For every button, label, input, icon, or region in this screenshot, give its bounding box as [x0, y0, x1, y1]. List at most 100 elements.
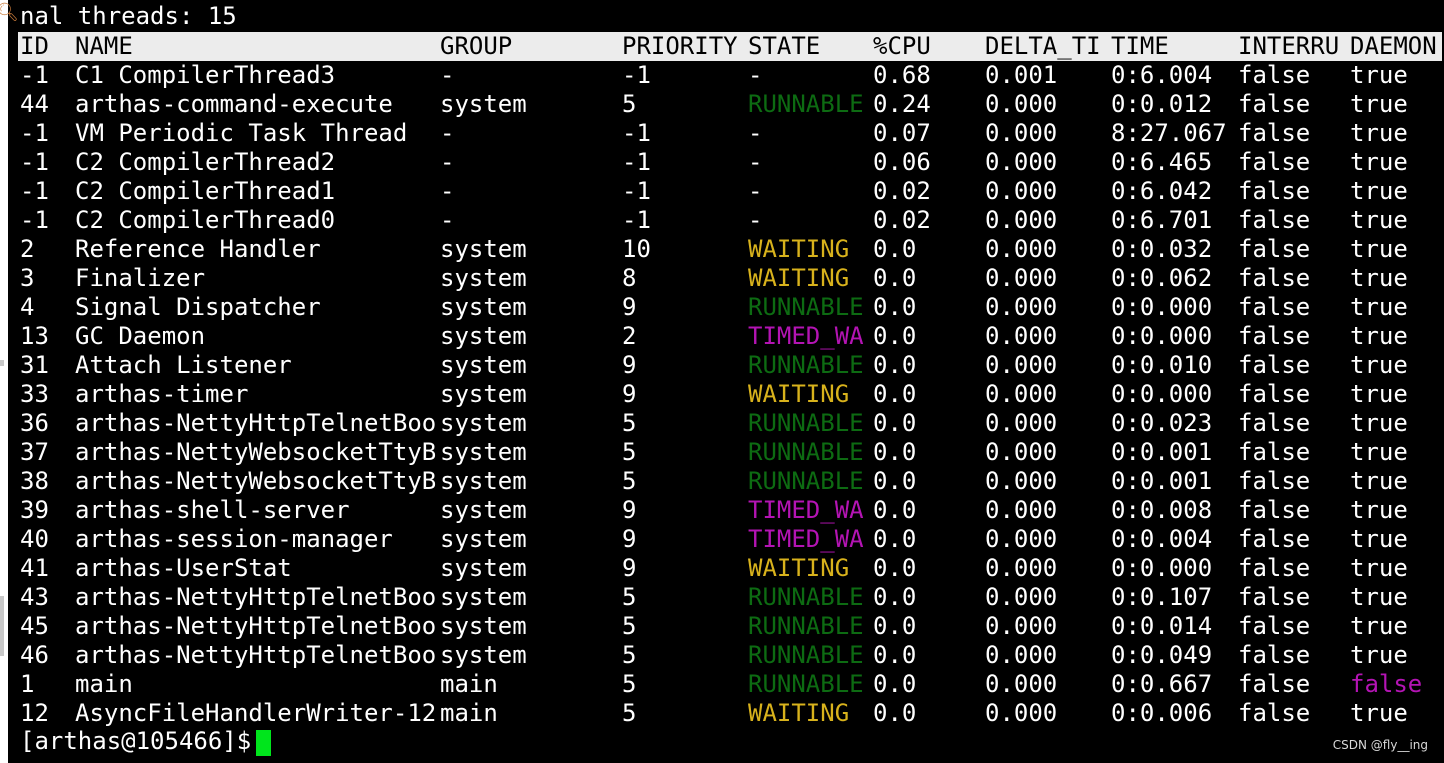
thread-cpu: 0.0 — [873, 670, 917, 698]
shell-prompt[interactable]: [arthas@105466]$ — [20, 727, 266, 756]
thread-state: WAITING — [748, 699, 850, 727]
thread-daemon: true — [1350, 351, 1408, 379]
thread-state: RUNNABLE — [748, 641, 864, 669]
thread-interrupted: false — [1238, 699, 1311, 727]
thread-interrupted: false — [1238, 177, 1311, 205]
thread-delta-time: 0.000 — [985, 670, 1058, 698]
thread-cpu: 0.0 — [873, 409, 917, 437]
thread-priority: 9 — [622, 496, 637, 524]
thread-cpu: 0.06 — [873, 148, 931, 176]
thread-interrupted: false — [1238, 235, 1311, 263]
thread-interrupted: false — [1238, 90, 1311, 118]
thread-state: - — [748, 148, 763, 176]
thread-time: 0:0.667 — [1111, 670, 1213, 698]
thread-priority: -1 — [622, 177, 651, 205]
terminal-window[interactable]: nal threads: 15 ID NAME GROUP PRIORITY S… — [18, 0, 1444, 763]
thread-id: 38 — [20, 467, 49, 495]
thread-id: 1 — [20, 670, 35, 698]
column-header-time: TIME — [1111, 32, 1169, 60]
thread-priority: 5 — [622, 90, 637, 118]
thread-cpu: 0.0 — [873, 264, 917, 292]
thread-daemon: true — [1350, 264, 1408, 292]
thread-state: - — [748, 61, 763, 89]
thread-priority: 9 — [622, 554, 637, 582]
thread-interrupted: false — [1238, 583, 1311, 611]
thread-name: arthas-command-execute — [75, 90, 393, 118]
thread-name: arthas-NettyWebsocketTtyB — [75, 467, 437, 495]
thread-id: 12 — [20, 699, 49, 727]
thread-id: -1 — [20, 148, 49, 176]
thread-delta-time: 0.000 — [985, 612, 1058, 640]
thread-daemon: true — [1350, 612, 1408, 640]
thread-delta-time: 0.000 — [985, 177, 1058, 205]
thread-time: 0:0.062 — [1111, 264, 1213, 292]
thread-name: arthas-UserStat — [75, 554, 292, 582]
thread-name: C2 CompilerThread0 — [75, 206, 336, 234]
thread-state: RUNNABLE — [748, 409, 864, 437]
thread-priority: 5 — [622, 583, 637, 611]
thread-interrupted: false — [1238, 148, 1311, 176]
thread-group: system — [440, 293, 527, 321]
thread-time: 0:0.006 — [1111, 699, 1213, 727]
thread-cpu: 0.0 — [873, 583, 917, 611]
edge-scrollbar-thumb[interactable] — [0, 596, 4, 656]
thread-group: system — [440, 641, 527, 669]
thread-delta-time: 0.000 — [985, 351, 1058, 379]
thread-name: arthas-session-manager — [75, 525, 393, 553]
thread-group: system — [440, 554, 527, 582]
thread-id: 40 — [20, 525, 49, 553]
thread-id: -1 — [20, 206, 49, 234]
table-row: 43 arthas-NettyHttpTelnetBoo system 5 RUNNAB… — [20, 583, 1444, 612]
thread-daemon: true — [1350, 293, 1408, 321]
thread-time: 0:0.010 — [1111, 351, 1213, 379]
thread-interrupted: false — [1238, 554, 1311, 582]
thread-time: 0:0.014 — [1111, 612, 1213, 640]
thread-time: 0:0.001 — [1111, 438, 1213, 466]
thread-state: WAITING — [748, 264, 850, 292]
column-header-name: NAME — [75, 32, 133, 60]
thread-id: -1 — [20, 119, 49, 147]
thread-delta-time: 0.000 — [985, 496, 1058, 524]
thread-state: TIMED_WA — [748, 496, 864, 524]
thread-time: 8:27.067 — [1111, 119, 1227, 147]
thread-daemon: true — [1350, 525, 1408, 553]
thread-time: 0:0.000 — [1111, 554, 1213, 582]
thread-interrupted: false — [1238, 612, 1311, 640]
thread-interrupted: false — [1238, 322, 1311, 350]
thread-state: RUNNABLE — [748, 612, 864, 640]
thread-interrupted: false — [1238, 467, 1311, 495]
thread-cpu: 0.0 — [873, 554, 917, 582]
thread-state: RUNNABLE — [748, 90, 864, 118]
summary-line: nal threads: 15 — [20, 2, 237, 30]
thread-cpu: 0.0 — [873, 235, 917, 263]
thread-delta-time: 0.000 — [985, 641, 1058, 669]
thread-interrupted: false — [1238, 293, 1311, 321]
thread-daemon: true — [1350, 322, 1408, 350]
thread-cpu: 0.0 — [873, 380, 917, 408]
thread-name: arthas-NettyHttpTelnetBoo — [75, 641, 437, 669]
thread-daemon: true — [1350, 90, 1408, 118]
table-row: 13 GC Daemon system 2 TIMED_WA 0.0 0.000 0:0.00… — [20, 322, 1444, 351]
thread-state: WAITING — [748, 235, 850, 263]
column-header-priority: PRIORITY — [622, 32, 738, 60]
thread-time: 0:0.049 — [1111, 641, 1213, 669]
thread-priority: -1 — [622, 61, 651, 89]
thread-daemon: true — [1350, 148, 1408, 176]
thread-priority: 9 — [622, 293, 637, 321]
thread-daemon: true — [1350, 61, 1408, 89]
thread-delta-time: 0.001 — [985, 61, 1058, 89]
thread-daemon: true — [1350, 467, 1408, 495]
table-row: 12 AsyncFileHandlerWriter-12 main 5 WAITING 0… — [20, 699, 1444, 728]
edge-marker — [0, 360, 4, 366]
thread-id: 43 — [20, 583, 49, 611]
thread-name: Reference Handler — [75, 235, 321, 263]
thread-daemon: true — [1350, 583, 1408, 611]
thread-id: 39 — [20, 496, 49, 524]
thread-id: 46 — [20, 641, 49, 669]
thread-interrupted: false — [1238, 438, 1311, 466]
thread-group: main — [440, 670, 498, 698]
thread-name: C1 CompilerThread3 — [75, 61, 336, 89]
thread-cpu: 0.0 — [873, 699, 917, 727]
thread-cpu: 0.0 — [873, 525, 917, 553]
thread-cpu: 0.07 — [873, 119, 931, 147]
